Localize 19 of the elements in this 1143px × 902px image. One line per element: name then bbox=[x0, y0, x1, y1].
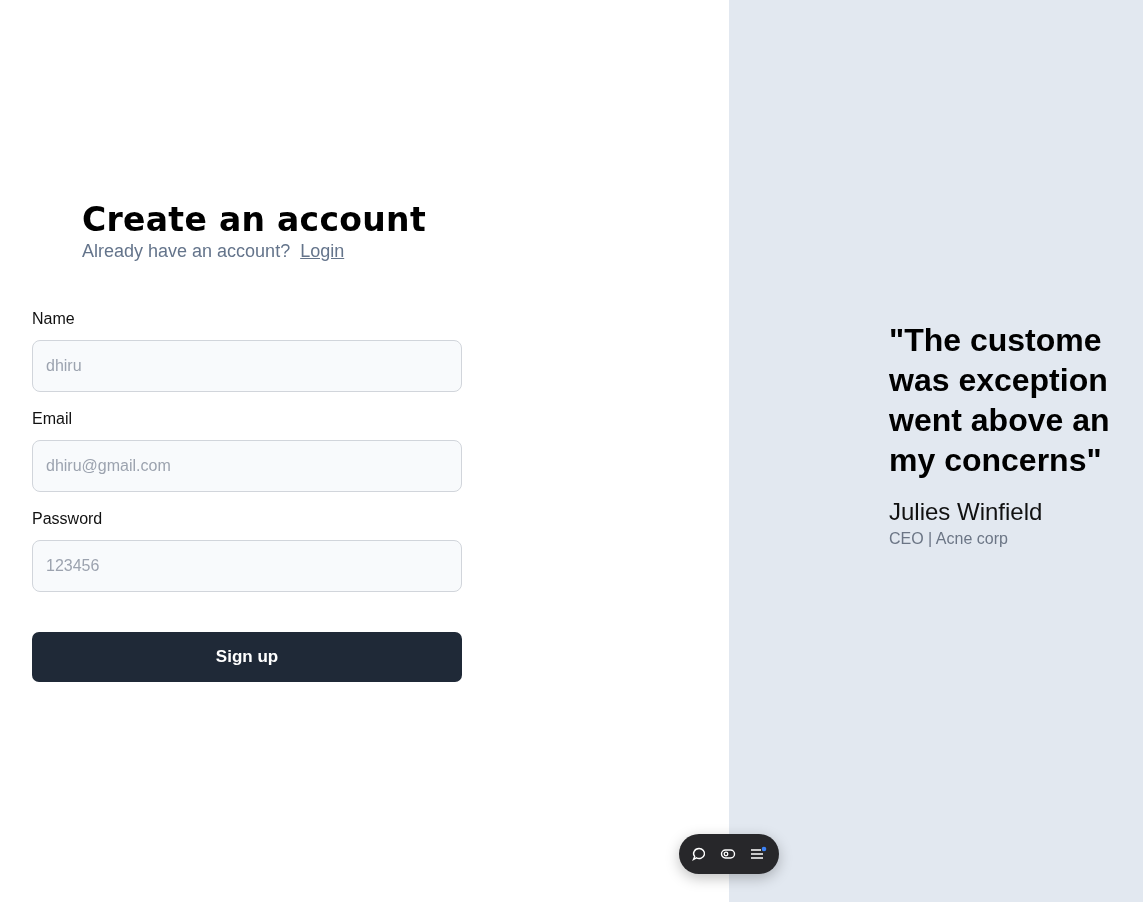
quote-line: "The custome bbox=[889, 321, 1102, 360]
login-prompt: Already have an account? bbox=[82, 241, 291, 262]
quote-line: went above an bbox=[889, 401, 1110, 440]
field-label: Email bbox=[32, 410, 72, 428]
input-field[interactable]: dhiru bbox=[32, 340, 462, 392]
quote-line: was exception bbox=[889, 361, 1108, 400]
quote-line: my concerns" bbox=[889, 441, 1102, 480]
input-field[interactable]: dhiru@gmail.com bbox=[32, 440, 462, 492]
page-title: Create an account bbox=[82, 200, 427, 239]
input-field[interactable]: 123456 bbox=[32, 540, 462, 592]
login-link[interactable]: Login bbox=[300, 241, 345, 262]
comment-icon[interactable] bbox=[691, 846, 707, 862]
field-label: Password bbox=[32, 510, 103, 528]
author-name: Julies Winfield bbox=[889, 498, 1043, 526]
toggle-icon[interactable] bbox=[720, 846, 736, 862]
field-label: Name bbox=[32, 310, 75, 328]
menu-icon[interactable] bbox=[749, 846, 767, 862]
sign-up-button[interactable]: Sign up bbox=[32, 632, 462, 682]
author-role: CEO | Acne corp bbox=[889, 530, 1008, 548]
